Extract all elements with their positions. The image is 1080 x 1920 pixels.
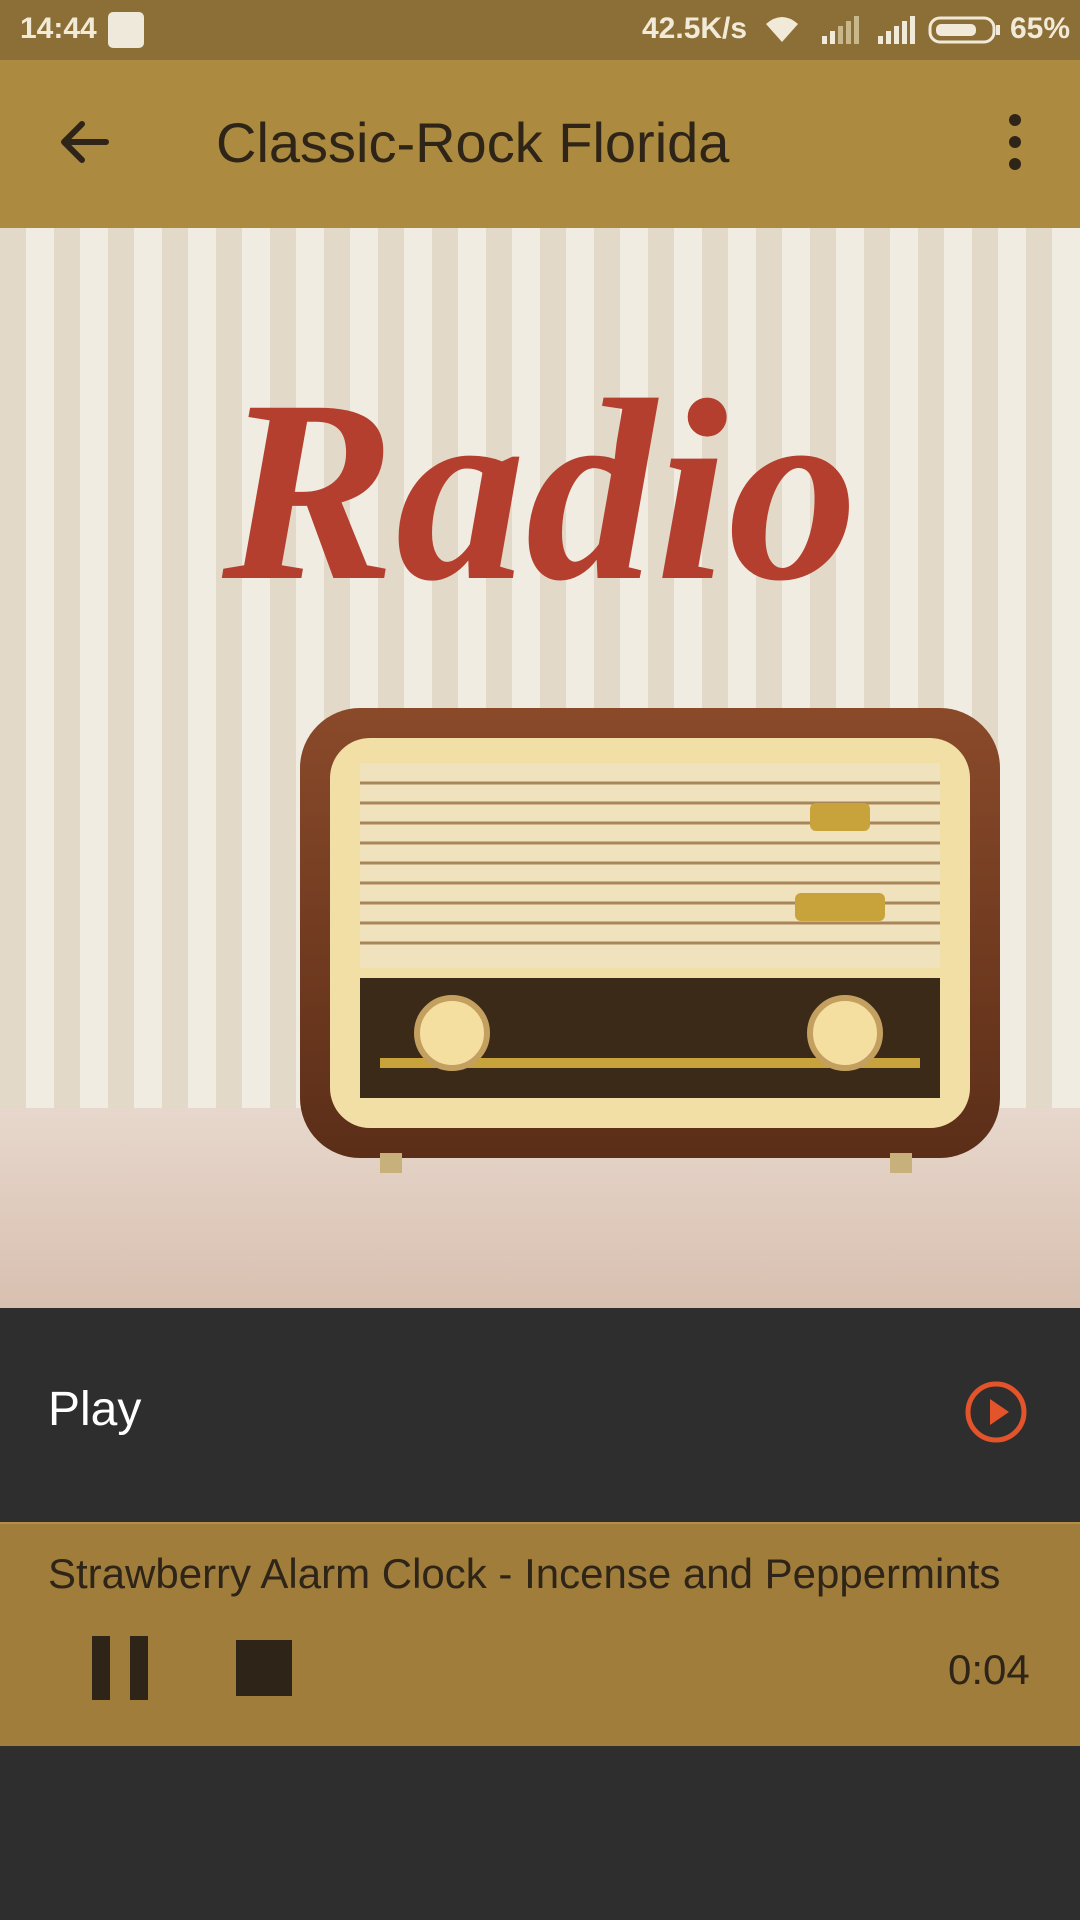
play-row[interactable]: Play <box>0 1308 1080 1522</box>
battery-percent: 65% <box>1010 12 1071 45</box>
signal-strong-icon <box>878 16 915 44</box>
station-artwork: Radio <box>0 228 1080 1308</box>
more-vert-icon[interactable] <box>1000 112 1030 172</box>
network-speed: 42.5K/s <box>642 12 748 45</box>
status-time: 14:44 <box>20 12 97 45</box>
elapsed-time: 0:04 <box>948 1646 1030 1693</box>
stop-icon[interactable] <box>236 1640 292 1696</box>
wifi-icon <box>766 17 798 42</box>
now-playing-track: Strawberry Alarm Clock - Incense and Pep… <box>48 1550 1001 1597</box>
artwork-radio-text: Radio <box>218 347 858 635</box>
status-bar: 14:44 42.5K/s 65% <box>0 0 1080 60</box>
page-title: Classic-Rock Florida <box>216 111 730 174</box>
play-circle-icon[interactable] <box>964 1380 1028 1444</box>
signal-weak-icon <box>822 16 859 44</box>
play-label: Play <box>48 1383 142 1436</box>
player-panel: Strawberry Alarm Clock - Incense and Pep… <box>0 1522 1080 1746</box>
radio-app-notification-icon <box>108 12 144 48</box>
vintage-radio-illustration <box>300 708 1000 1173</box>
arrow-left-icon[interactable] <box>56 114 112 170</box>
pause-icon[interactable] <box>92 1636 148 1700</box>
battery-icon <box>928 16 1000 44</box>
